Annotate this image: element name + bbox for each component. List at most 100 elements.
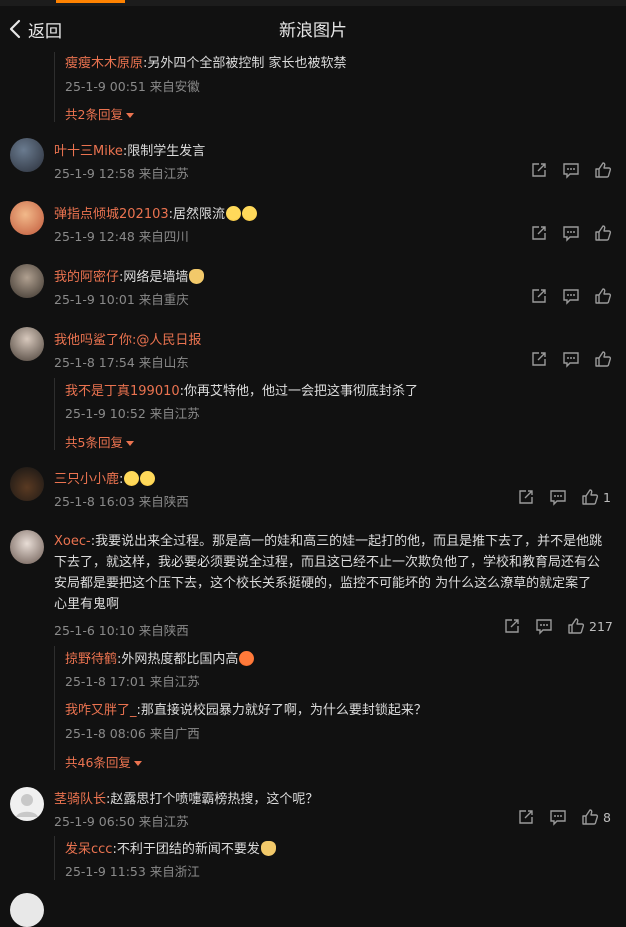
comment-username[interactable]: Xoec- [54,534,91,549]
comment-actions [530,224,616,244]
like-icon[interactable] [594,224,614,244]
reply-item[interactable]: 我不是丁真199010:你再艾特他，他过一会把这事彻底封杀了 [65,380,418,399]
comment-icon[interactable] [562,287,582,307]
comment-meta: 25-1-9 12:58 来自江苏 [54,166,189,181]
nav-bar: 返回 新浪图片 [0,6,626,50]
avatar[interactable] [10,327,44,361]
reply-text: :外网热度都比国内高 [117,652,239,667]
like-count: 1 [603,490,611,505]
comment-icon[interactable] [549,488,569,508]
reply-username[interactable]: 掠野待鹤 [65,652,117,667]
comment-body: 弹指点倾城202103:居然限流 [54,203,258,222]
like-icon[interactable] [581,488,601,508]
more-replies-link[interactable]: 共5条回复 [65,432,134,451]
more-replies-link[interactable]: 共2条回复 [65,104,134,123]
comment-icon[interactable] [562,350,582,370]
page-title: 新浪图片 [279,21,347,41]
share-icon[interactable] [517,488,537,508]
reply-text: :不利于团结的新闻不要发 [112,842,260,857]
reply-meta: 25-1-8 17:01 来自江苏 [65,674,200,689]
reply-item[interactable]: 我咋又胖了_:那直接说校园暴力就好了啊，为什么要封锁起来？ [65,699,427,718]
reply-list: 掠野待鹤:外网热度都比国内高 25-1-8 17:01 来自江苏 我咋又胖了_:… [54,646,615,770]
reply-username[interactable]: 发呆ccc [65,842,112,857]
emoji-icon [226,206,242,221]
reply-item[interactable]: 发呆ccc:不利于团结的新闻不要发 [65,838,276,857]
avatar[interactable] [10,787,44,821]
comment-body: 我的阿密仔:网络是墙墙 [54,266,205,285]
share-icon[interactable] [530,350,550,370]
comment-meta: 25-1-8 16:03 来自陕西 [54,494,189,509]
comment-text: 安局都是要把这个压下去，这个校长关系挺硬的，监控不可能坏的 为什么这么潦草的就定… [54,576,592,591]
comment-username[interactable]: 三只小小鹿 [54,472,119,487]
reply-meta: 25-1-8 08:06 来自广西 [65,726,200,741]
share-icon[interactable] [530,224,550,244]
like-icon[interactable] [594,161,614,181]
share-icon[interactable] [517,808,537,828]
comment-text: 心里有鬼啊 [54,597,120,612]
avatar[interactable] [10,467,44,501]
avatar[interactable] [10,201,44,235]
reply-meta: 25-1-9 00:51 来自安徽 [65,79,200,94]
more-replies-label: 共46条回复 [65,755,131,770]
default-avatar-icon [16,794,38,817]
avatar[interactable] [10,138,44,172]
comment-actions: 217 [503,617,619,637]
caret-down-icon [125,441,134,446]
like-count: 8 [603,810,611,825]
caret-down-icon [125,113,134,118]
comment-meta: 25-1-9 12:48 来自四川 [54,229,189,244]
comment-text: 下去了，就这样，我必要必须要说全过程，而且这已经不止一次欺负他了，学校和教育局还… [54,555,601,570]
comment-icon[interactable] [562,161,582,181]
comment-meta: 25-1-8 17:54 来自山东 [54,355,189,370]
comment-actions [530,161,616,181]
like-icon[interactable] [594,350,614,370]
comment-username[interactable]: 弹指点倾城202103 [54,207,169,222]
reply-list: 我不是丁真199010:你再艾特他，他过一会把这事彻底封杀了 25-1-9 10… [54,378,615,450]
comment-username[interactable]: 我他吗鲨了你 [54,333,132,348]
share-icon[interactable] [530,287,550,307]
comment-text[interactable]: :@人民日报 [132,333,201,348]
reply-list: 发呆ccc:不利于团结的新闻不要发 25-1-9 11:53 来自浙江 [54,836,615,880]
reply-text: :另外四个全部被控制 家长也被软禁 [143,56,347,71]
reply-item[interactable]: 瘦瘦木木原原:另外四个全部被控制 家长也被软禁 [65,52,347,71]
like-icon[interactable] [581,808,601,828]
comment-icon[interactable] [535,617,555,637]
emoji-icon [260,841,276,856]
more-replies-label: 共5条回复 [65,435,123,450]
comment-meta: 25-1-6 10:10 来自陕西 [54,623,189,638]
avatar[interactable] [10,893,44,927]
reply-item[interactable]: 掠野待鹤:外网热度都比国内高 [65,648,255,667]
emoji-icon [140,471,156,486]
more-replies-link[interactable]: 共46条回复 [65,752,142,771]
emoji-icon [242,206,258,221]
avatar[interactable] [10,264,44,298]
comment-username[interactable]: 我的阿密仔 [54,270,119,285]
comment-text: :限制学生发言 [122,144,206,159]
comment-body: 三只小小鹿: [54,468,156,487]
comment-username[interactable]: 茎骑队长 [54,792,106,807]
share-icon[interactable] [503,617,523,637]
comment-body: 茎骑队长:赵露思打个喷嚏霸榜热搜，这个呢？ [54,788,318,807]
like-icon[interactable] [567,617,587,637]
reply-username[interactable]: 我咋又胖了_ [65,703,137,718]
reply-list: 瘦瘦木木原原:另外四个全部被控制 家长也被软禁 25-1-9 00:51 来自安… [54,52,615,122]
comment-text: : [119,472,124,487]
comment-text: :居然限流 [168,207,226,222]
comment-icon[interactable] [549,808,569,828]
accent-bar [56,0,125,3]
comment-text: :我要说出来全过程。那是高一的娃和高三的娃一起打的他，而且是推下去了，并不是他跳 [90,534,603,549]
reply-username[interactable]: 瘦瘦木木原原 [65,56,143,71]
reply-meta: 25-1-9 10:52 来自江苏 [65,406,200,421]
comment-username[interactable]: 叶十三Mike [54,144,123,159]
comment-icon[interactable] [562,224,582,244]
comment-text: :网络是墙墙 [119,270,189,285]
like-icon[interactable] [594,287,614,307]
comment-meta: 25-1-9 06:50 来自江苏 [54,814,189,829]
reply-meta: 25-1-9 11:53 来自浙江 [65,864,200,879]
more-replies-label: 共2条回复 [65,107,123,122]
share-icon[interactable] [530,161,550,181]
comment-body: Xoec-:我要说出来全过程。那是高一的娃和高三的娃一起打的他，而且是推下去了，… [54,531,620,615]
avatar[interactable] [10,530,44,564]
comment-body: 叶十三Mike:限制学生发言 [54,140,205,159]
reply-username[interactable]: 我不是丁真199010 [65,384,180,399]
